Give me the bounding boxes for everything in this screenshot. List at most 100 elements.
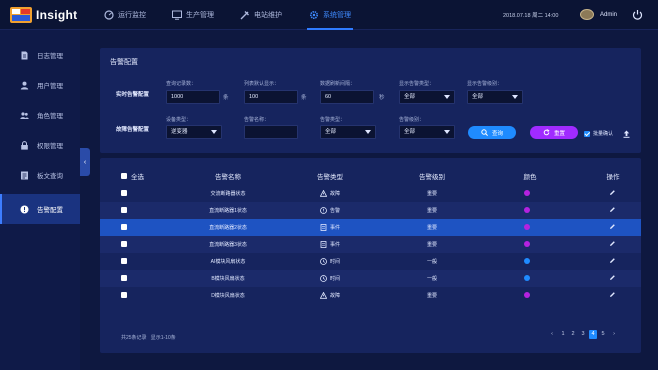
sidebar-item-log[interactable]: 日志管理 xyxy=(0,40,80,70)
nav-station-maintain[interactable]: 电站维护 xyxy=(240,0,282,30)
table-row[interactable]: 交流断路器状态 故障 重要 xyxy=(100,185,641,202)
reset-button-label: 重置 xyxy=(553,130,565,137)
next-page-icon[interactable]: › xyxy=(610,330,618,339)
datetime: 2018.07.18 周二 14:00 xyxy=(503,11,558,19)
default-show-input[interactable]: 100 xyxy=(244,90,298,104)
alarm-type-label: 事件 xyxy=(329,224,340,231)
table-row[interactable]: D模块风扇状态 故障 重要 xyxy=(100,287,641,304)
search-icon xyxy=(481,129,488,136)
row-checkbox[interactable] xyxy=(121,258,127,264)
color-dot xyxy=(524,224,530,230)
page-number[interactable]: 4 xyxy=(589,330,597,339)
table-row[interactable]: 直流断路器3状态 事件 重要 xyxy=(100,236,641,253)
sidebar-item-user[interactable]: 用户管理 xyxy=(0,70,80,100)
logo-icon xyxy=(10,7,32,23)
alarm-type: 时间 xyxy=(300,274,360,282)
page-number[interactable]: 1 xyxy=(559,330,567,339)
edit-icon[interactable] xyxy=(609,189,616,196)
power-icon[interactable] xyxy=(632,9,643,20)
sidebar-item-label: 板文查询 xyxy=(37,173,63,180)
edit-icon[interactable] xyxy=(609,257,616,264)
realtime-alarm-label: 实时告警配置 xyxy=(116,92,150,98)
page-number[interactable]: 2 xyxy=(569,330,577,339)
show-type-select[interactable]: 全部 xyxy=(399,90,455,104)
query-count-label: 查询记录数： xyxy=(166,81,197,87)
edit-icon[interactable] xyxy=(609,274,616,281)
display-range: 显示1-10条 xyxy=(150,335,176,341)
alarm-name-label: 告警名称： xyxy=(244,117,270,123)
sidebar-item-label: 用户管理 xyxy=(37,83,63,90)
color-dot xyxy=(524,275,530,281)
row-checkbox[interactable] xyxy=(121,241,127,247)
gear-icon xyxy=(309,10,319,20)
table-row[interactable]: AI模块风扇状态 时间 一般 xyxy=(100,253,641,270)
users-icon xyxy=(20,111,29,119)
page-number[interactable]: 5 xyxy=(599,330,607,339)
alarm-type-label: 时间 xyxy=(329,275,340,282)
row-checkbox[interactable] xyxy=(121,292,127,298)
alarm-type-label: 告警 xyxy=(329,207,340,214)
nav-run-monitor[interactable]: 运行监控 xyxy=(104,0,146,30)
device-type-select[interactable]: 逆变器 xyxy=(166,125,222,139)
alarm-level-select[interactable]: 全部 xyxy=(399,125,455,139)
wrench-icon xyxy=(240,11,249,20)
row-checkbox[interactable] xyxy=(121,224,127,230)
alarm-level: 一般 xyxy=(426,275,437,282)
select-value: 全部 xyxy=(472,94,484,100)
caret-down-icon xyxy=(365,130,371,134)
table-row[interactable]: B模块风扇状态 时间 一般 xyxy=(100,270,641,287)
alarm-name: 交流断路器状态 xyxy=(210,190,246,197)
refresh-icon xyxy=(543,129,550,136)
edit-icon[interactable] xyxy=(609,223,616,230)
query-count-input[interactable]: 1000 xyxy=(166,90,220,104)
sidebar-collapse-toggle[interactable]: ‹ xyxy=(80,148,90,176)
reset-button[interactable]: 重置 xyxy=(530,126,578,139)
edit-icon[interactable] xyxy=(609,206,616,213)
show-type-label: 显示告警类型： xyxy=(399,81,435,87)
batch-confirm-checkbox[interactable]: 批量确认 xyxy=(584,130,613,137)
batch-confirm-label: 批量确认 xyxy=(593,131,614,137)
row-checkbox[interactable] xyxy=(121,190,127,196)
table-row[interactable]: 直流断路器2状态 事件 重要 xyxy=(100,219,641,236)
caret-down-icon xyxy=(211,130,217,134)
sidebar-item-permission[interactable]: 权限管理 xyxy=(0,130,80,160)
avatar[interactable] xyxy=(580,9,594,20)
alarm-table-panel: 全选 告警名称 告警类型 告警级别 颜色 操作 交流断路器状态 故障 重要 直流断路器… xyxy=(100,158,641,353)
caret-down-icon xyxy=(444,130,450,134)
page-number[interactable]: 3 xyxy=(579,330,587,339)
alarm-type: 时间 xyxy=(300,257,360,265)
row-checkbox[interactable] xyxy=(121,207,127,213)
table-header: 全选 告警名称 告警类型 告警级别 颜色 操作 xyxy=(100,165,641,187)
sidebar-item-alarm-config[interactable]: 告警配置 xyxy=(0,194,80,224)
prev-page-icon[interactable]: ‹ xyxy=(548,330,556,339)
sidebar-item-message-query[interactable]: 板文查询 xyxy=(0,160,80,190)
header-alarm-name: 告警名称 xyxy=(215,174,241,181)
alarm-name-input[interactable] xyxy=(244,125,298,139)
sidebar-item-role[interactable]: 角色管理 xyxy=(0,100,80,130)
edit-icon[interactable] xyxy=(609,240,616,247)
alarm-type-label: 时间 xyxy=(329,258,340,265)
row-checkbox[interactable] xyxy=(121,275,127,281)
query-button[interactable]: 查询 xyxy=(468,126,516,139)
nav-system-manage[interactable]: 系统管理 xyxy=(307,0,353,30)
edit-icon[interactable] xyxy=(609,291,616,298)
select-value: 全部 xyxy=(404,129,416,135)
checkbox[interactable] xyxy=(584,130,590,137)
sidebar-item-label: 日志管理 xyxy=(37,53,63,60)
alarm-type-select[interactable]: 全部 xyxy=(320,125,376,139)
alarm-type-label: 事件 xyxy=(329,241,340,248)
query-count-unit: 条 xyxy=(223,95,229,101)
color-dot xyxy=(524,292,530,298)
table-row[interactable]: 直流断路器1状态 告警 重要 xyxy=(100,202,641,219)
color-dot xyxy=(524,258,530,264)
show-level-select[interactable]: 全部 xyxy=(467,90,523,104)
select-all-checkbox[interactable] xyxy=(121,173,127,179)
time: 14:00 xyxy=(544,13,559,19)
username[interactable]: Admin xyxy=(600,12,617,18)
doc-event-icon xyxy=(320,223,330,231)
refresh-interval-input[interactable]: 60 xyxy=(320,90,374,104)
alarm-level: 重要 xyxy=(426,241,437,248)
upload-icon[interactable] xyxy=(623,130,630,138)
lock-icon xyxy=(21,140,28,150)
nav-production[interactable]: 生产管理 xyxy=(172,0,214,30)
